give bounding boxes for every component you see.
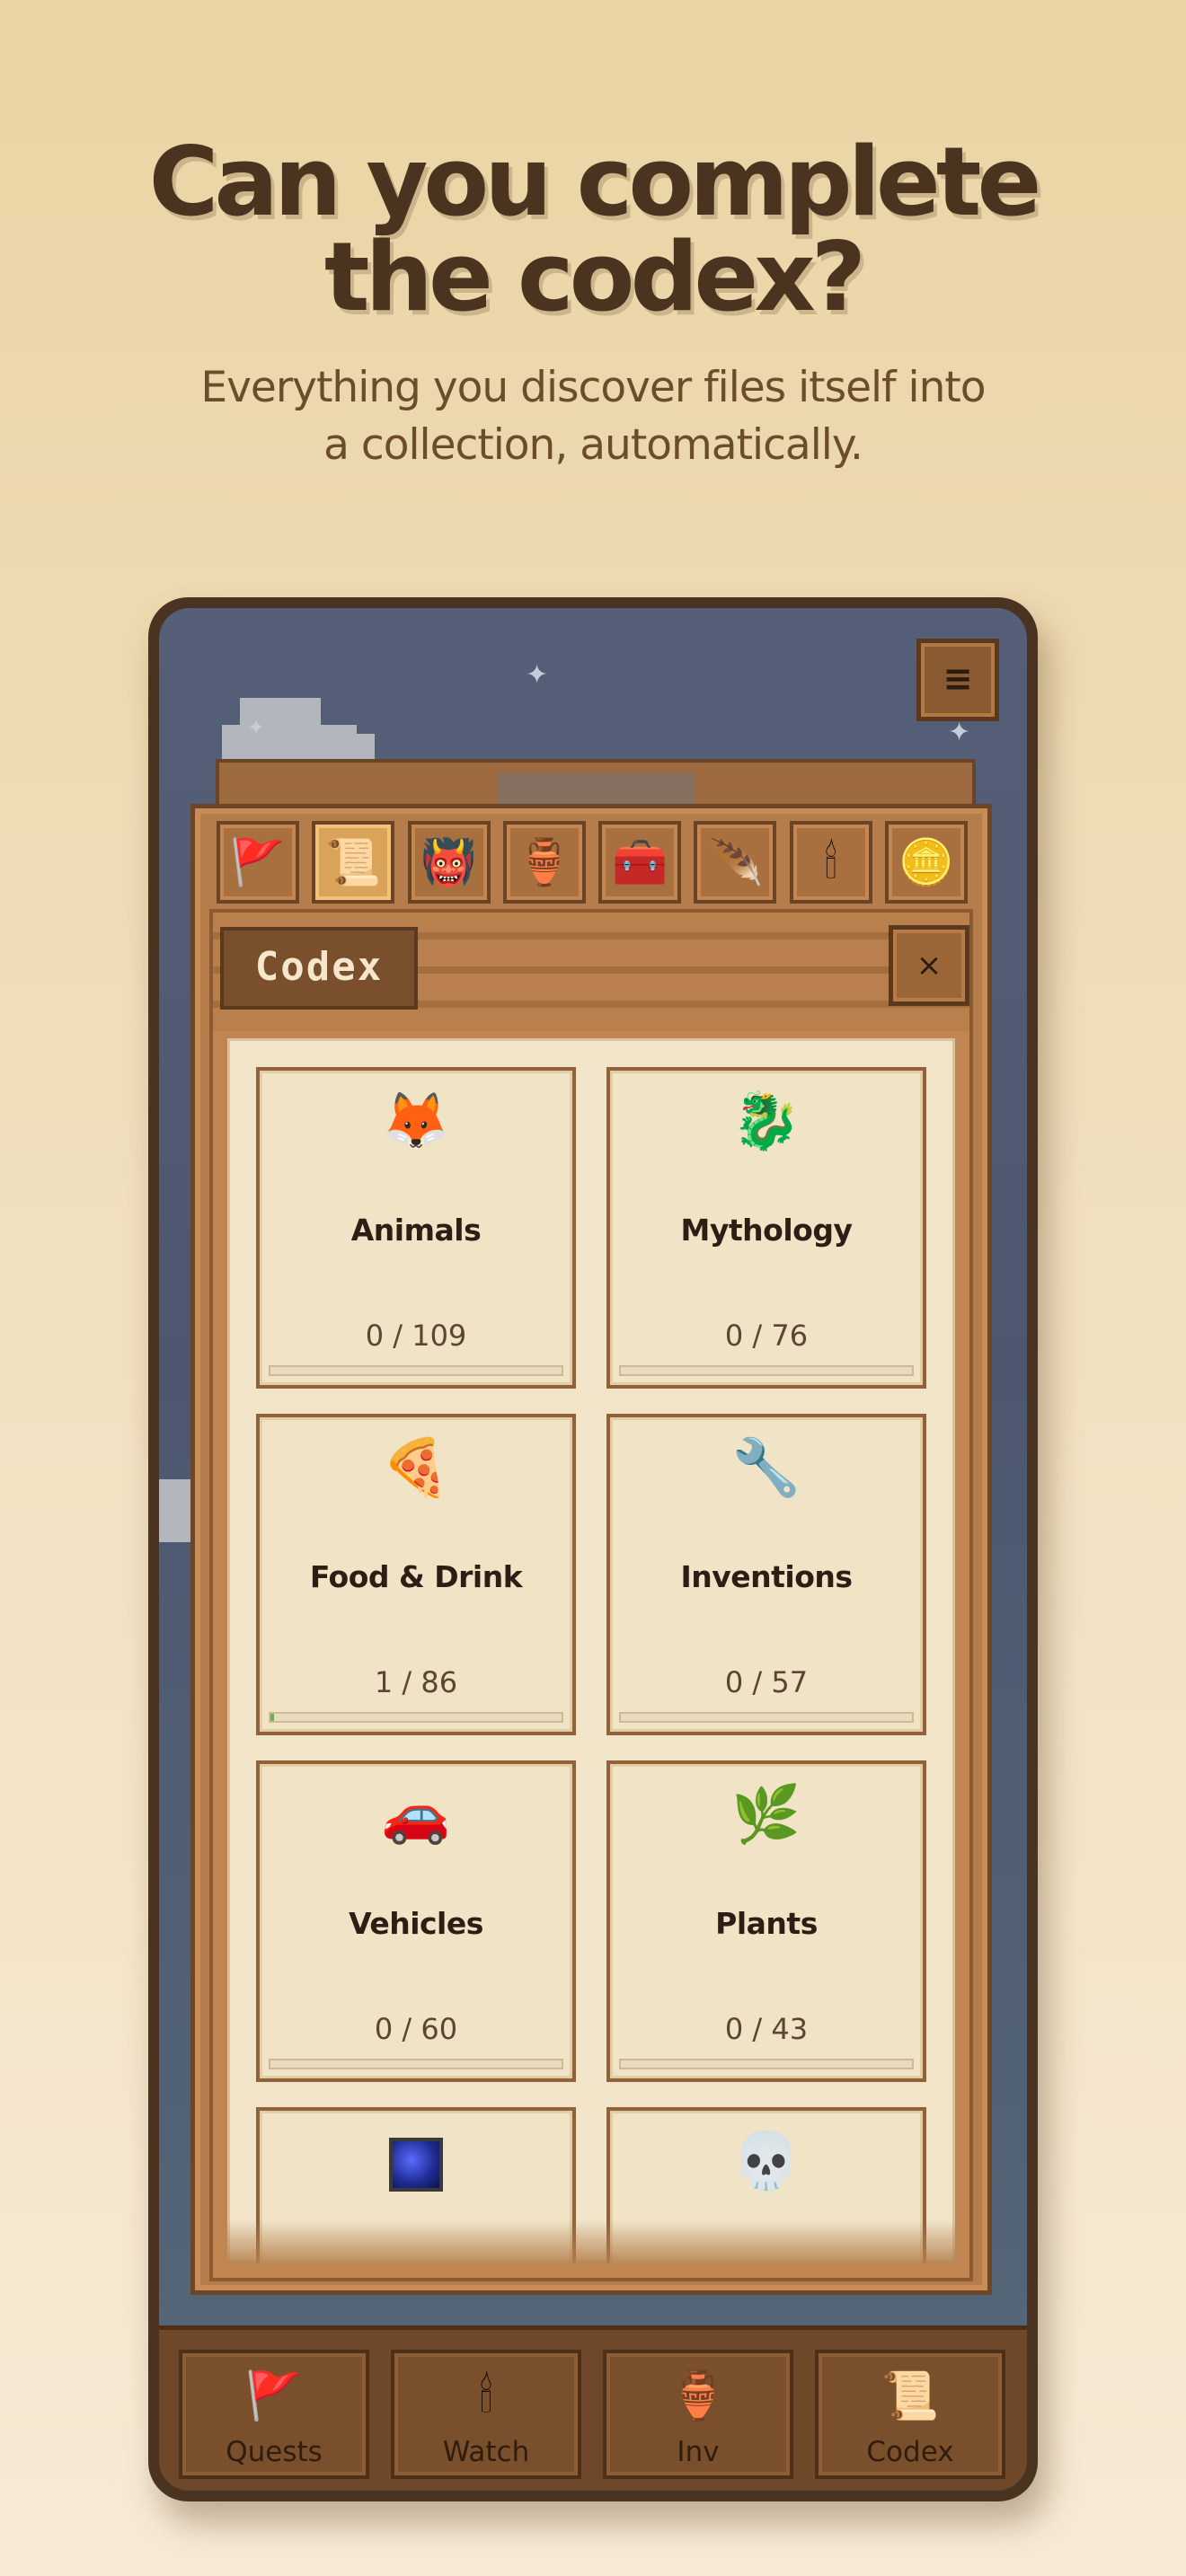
hero-title-line1: Can you complete xyxy=(148,127,1042,237)
tab-quests[interactable]: 🚩 xyxy=(217,821,299,904)
dragon-icon: 🐉 xyxy=(731,1088,801,1153)
category-scroll-area[interactable]: 🦊 Animals 0 / 109 🐉 Mythology 0 / 76 🍕 F… xyxy=(227,1038,955,2263)
progress-bar xyxy=(269,1712,563,1723)
category-name: Plants xyxy=(715,1906,818,1941)
scroll-icon: 📜 xyxy=(881,2369,940,2423)
hero-subtitle-line1: Everything you discover files itself int… xyxy=(200,363,986,412)
leaf-icon: 🌿 xyxy=(731,1781,801,1847)
pouch-icon: 🏺 xyxy=(668,2369,728,2423)
category-card-skull[interactable]: 💀 xyxy=(606,2107,926,2263)
category-name: Inventions xyxy=(680,1559,853,1594)
tab-coins[interactable]: 🪙 xyxy=(884,821,968,904)
nav-inv[interactable]: 🏺 Inv xyxy=(603,2350,793,2479)
space-icon xyxy=(389,2137,443,2192)
bottom-nav: 🚩 Quests 🕯 Watch 🏺 Inv 📜 Codex xyxy=(159,2325,1027,2491)
category-name: Vehicles xyxy=(349,1906,483,1941)
category-card-animals[interactable]: 🦊 Animals 0 / 109 xyxy=(256,1067,576,1389)
codex-panel: Codex × 🦊 Animals 0 / 109 🐉 Mythology 0 … xyxy=(209,909,973,2281)
tab-creatures[interactable]: 👹 xyxy=(407,821,491,904)
close-icon: × xyxy=(916,948,943,984)
category-name: Food & Drink xyxy=(309,1559,523,1594)
candle-icon: 🕯 xyxy=(479,2369,493,2423)
category-card-vehicles[interactable]: 🚗 Vehicles 0 / 60 xyxy=(256,1760,576,2082)
coin-icon: 🪙 xyxy=(898,836,955,888)
category-count: 0 / 76 xyxy=(724,1319,809,1353)
category-count: 1 / 86 xyxy=(374,1665,458,1699)
pouch-icon: 🏺 xyxy=(516,836,572,888)
category-count: 0 / 43 xyxy=(724,2012,809,2046)
wrench-icon: 🔧 xyxy=(731,1434,801,1500)
nav-quests[interactable]: 🚩 Quests xyxy=(179,2350,369,2479)
hero-title-line2: the codex? xyxy=(323,222,866,332)
category-count: 0 / 109 xyxy=(365,1319,467,1353)
codex-board: 🚩 📜 👹 🏺 🧰 🪶 🕯 🪙 Codex × 🦊 Animals 0 / 10… xyxy=(190,804,992,2295)
chest-icon: 🧰 xyxy=(611,836,668,888)
tab-chest[interactable]: 🧰 xyxy=(598,821,682,904)
hero-title: Can you complete the codex? xyxy=(0,135,1186,325)
car-icon: 🚗 xyxy=(381,1781,451,1847)
category-card-inventions[interactable]: 🔧 Inventions 0 / 57 xyxy=(606,1414,926,1735)
phone-frame: ✦ ✦ ✦ ≡ 🚩 📜 👹 🏺 🧰 🪶 🕯 🪙 Codex × 🦊 Animal… xyxy=(148,597,1038,2501)
panel-title: Codex xyxy=(220,927,418,1010)
tab-quill[interactable]: 🪶 xyxy=(694,821,777,904)
flag-icon: 🚩 xyxy=(244,2369,304,2423)
sparkle-icon: ✦ xyxy=(247,715,266,740)
category-count: 0 / 57 xyxy=(724,1665,809,1699)
pizza-icon: 🍕 xyxy=(381,1434,451,1500)
tab-codex[interactable]: 📜 xyxy=(312,821,395,904)
progress-bar xyxy=(619,1712,914,1723)
nav-label: Inv xyxy=(677,2436,720,2468)
feather-icon: 🪶 xyxy=(707,836,764,888)
hamburger-icon: ≡ xyxy=(943,658,973,700)
menu-button[interactable]: ≡ xyxy=(916,639,999,721)
sparkle-icon: ✦ xyxy=(948,717,971,748)
category-card-plants[interactable]: 🌿 Plants 0 / 43 xyxy=(606,1760,926,2082)
progress-bar xyxy=(269,2059,563,2069)
tab-watch[interactable]: 🕯 xyxy=(789,821,872,904)
panel-header: Codex × xyxy=(213,913,969,1031)
skull-icon: 💀 xyxy=(731,2128,801,2193)
category-count: 0 / 60 xyxy=(374,2012,458,2046)
scroll-icon: 📜 xyxy=(325,836,382,888)
hero-subtitle-line2: a collection, automatically. xyxy=(323,420,863,470)
category-card-food-drink[interactable]: 🍕 Food & Drink 1 / 86 xyxy=(256,1414,576,1735)
progress-bar xyxy=(619,1365,914,1376)
nav-watch[interactable]: 🕯 Watch xyxy=(391,2350,581,2479)
app-screen: ✦ ✦ ✦ ≡ 🚩 📜 👹 🏺 🧰 🪶 🕯 🪙 Codex × 🦊 Animal… xyxy=(159,608,1027,2491)
nav-label: Codex xyxy=(866,2436,954,2468)
category-name: Mythology xyxy=(680,1213,853,1248)
candle-icon: 🕯 xyxy=(824,836,837,888)
tab-inventory[interactable]: 🏺 xyxy=(502,821,586,904)
category-name: Animals xyxy=(350,1213,482,1248)
fox-icon: 🦊 xyxy=(381,1088,451,1153)
category-card-space[interactable] xyxy=(256,2107,576,2263)
progress-bar xyxy=(619,2059,914,2069)
nav-codex[interactable]: 📜 Codex xyxy=(815,2350,1005,2479)
progress-bar xyxy=(269,1365,563,1376)
sparkle-icon: ✦ xyxy=(526,659,549,691)
category-tab-bar: 🚩 📜 👹 🏺 🧰 🪶 🕯 🪙 xyxy=(217,821,968,905)
creature-icon: 👹 xyxy=(420,836,477,888)
hero-subtitle: Everything you discover files itself int… xyxy=(0,359,1186,474)
nav-label: Watch xyxy=(442,2436,530,2468)
nav-label: Quests xyxy=(226,2436,323,2468)
flag-icon: 🚩 xyxy=(229,836,287,888)
close-button[interactable]: × xyxy=(889,925,969,1006)
category-card-mythology[interactable]: 🐉 Mythology 0 / 76 xyxy=(606,1067,926,1389)
